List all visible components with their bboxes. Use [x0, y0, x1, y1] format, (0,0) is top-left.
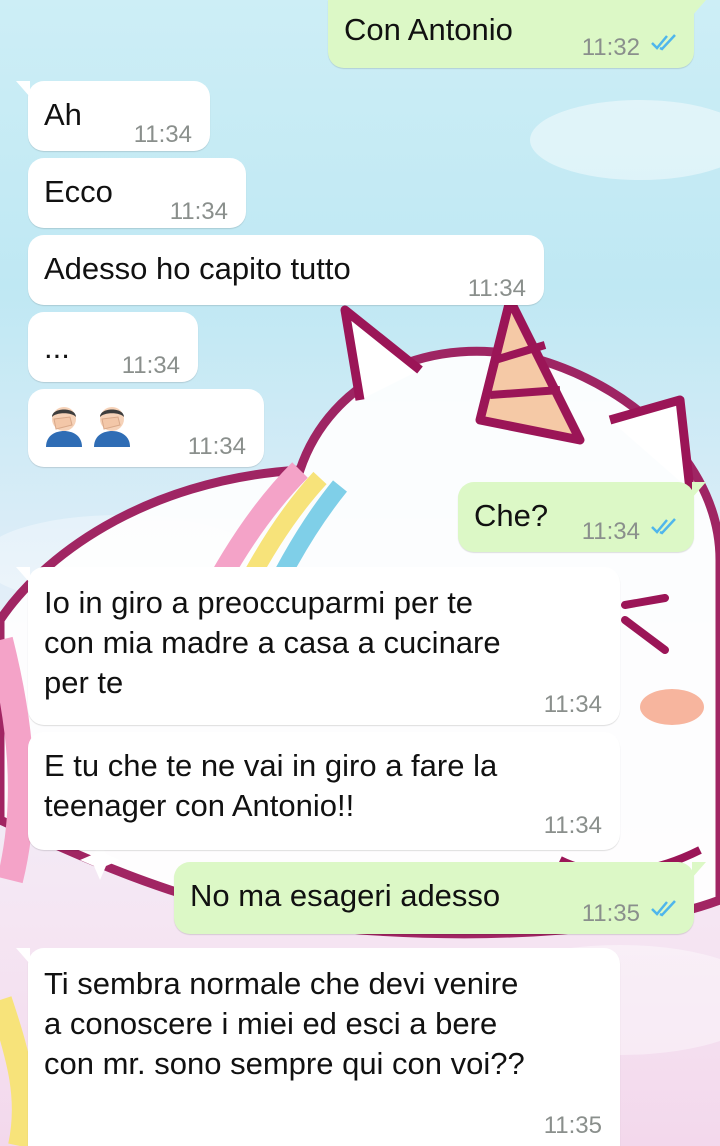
message-text: Che?: [474, 498, 549, 533]
message-time: 11:32: [581, 34, 640, 61]
message-bubble-outgoing[interactable]: Con Antonio 11:32: [328, 0, 706, 68]
man-facepalming-emoji: [46, 407, 82, 447]
message-bubble-outgoing[interactable]: No ma esageri adesso 11:35: [174, 862, 706, 934]
double-check-read-icon: [651, 518, 676, 535]
double-check-read-icon: [651, 900, 676, 917]
message-text: Io in giro a preoccuparmi per te con mia…: [44, 585, 501, 700]
message-text: Con Antonio: [344, 12, 513, 47]
message-bubble-incoming[interactable]: E tu che te ne vai in giro a fare la tee…: [28, 732, 620, 850]
message-time: 11:34: [121, 352, 180, 379]
message-text: ...: [44, 330, 70, 365]
message-text: Ti sembra normale che devi venire a cono…: [44, 966, 525, 1081]
message-bubble-outgoing[interactable]: Che? 11:34: [458, 482, 706, 552]
message-text: Ecco: [44, 174, 113, 209]
message-bubble-incoming[interactable]: Ah 11:34: [16, 81, 210, 151]
message-text: Ah: [44, 97, 82, 132]
message-time: 11:35: [581, 900, 640, 927]
message-time: 11:34: [543, 691, 602, 718]
message-bubble-incoming[interactable]: Io in giro a preoccuparmi per te con mia…: [16, 567, 620, 725]
message-time: 11:34: [581, 518, 640, 545]
message-bubble-incoming[interactable]: Ti sembra normale che devi venire a cono…: [16, 948, 620, 1146]
message-time: 11:34: [543, 812, 602, 839]
message-bubble-incoming[interactable]: Ecco 11:34: [28, 158, 246, 228]
man-facepalming-emoji: [94, 407, 130, 447]
message-time: 11:35: [543, 1112, 602, 1139]
message-text: No ma esageri adesso: [190, 878, 501, 913]
message-time: 11:34: [133, 121, 192, 148]
message-text: E tu che te ne vai in giro a fare la tee…: [44, 748, 498, 823]
message-time: 11:34: [187, 433, 246, 460]
message-bubble-incoming[interactable]: Adesso ho capito tutto 11:34: [28, 235, 544, 305]
message-text: Adesso ho capito tutto: [44, 251, 351, 286]
message-bubble-incoming[interactable]: 11:34: [28, 389, 264, 467]
double-check-read-icon: [651, 34, 676, 51]
message-bubble-incoming[interactable]: ... 11:34: [28, 312, 198, 382]
message-time: 11:34: [169, 198, 228, 225]
message-time: 11:34: [467, 275, 526, 302]
